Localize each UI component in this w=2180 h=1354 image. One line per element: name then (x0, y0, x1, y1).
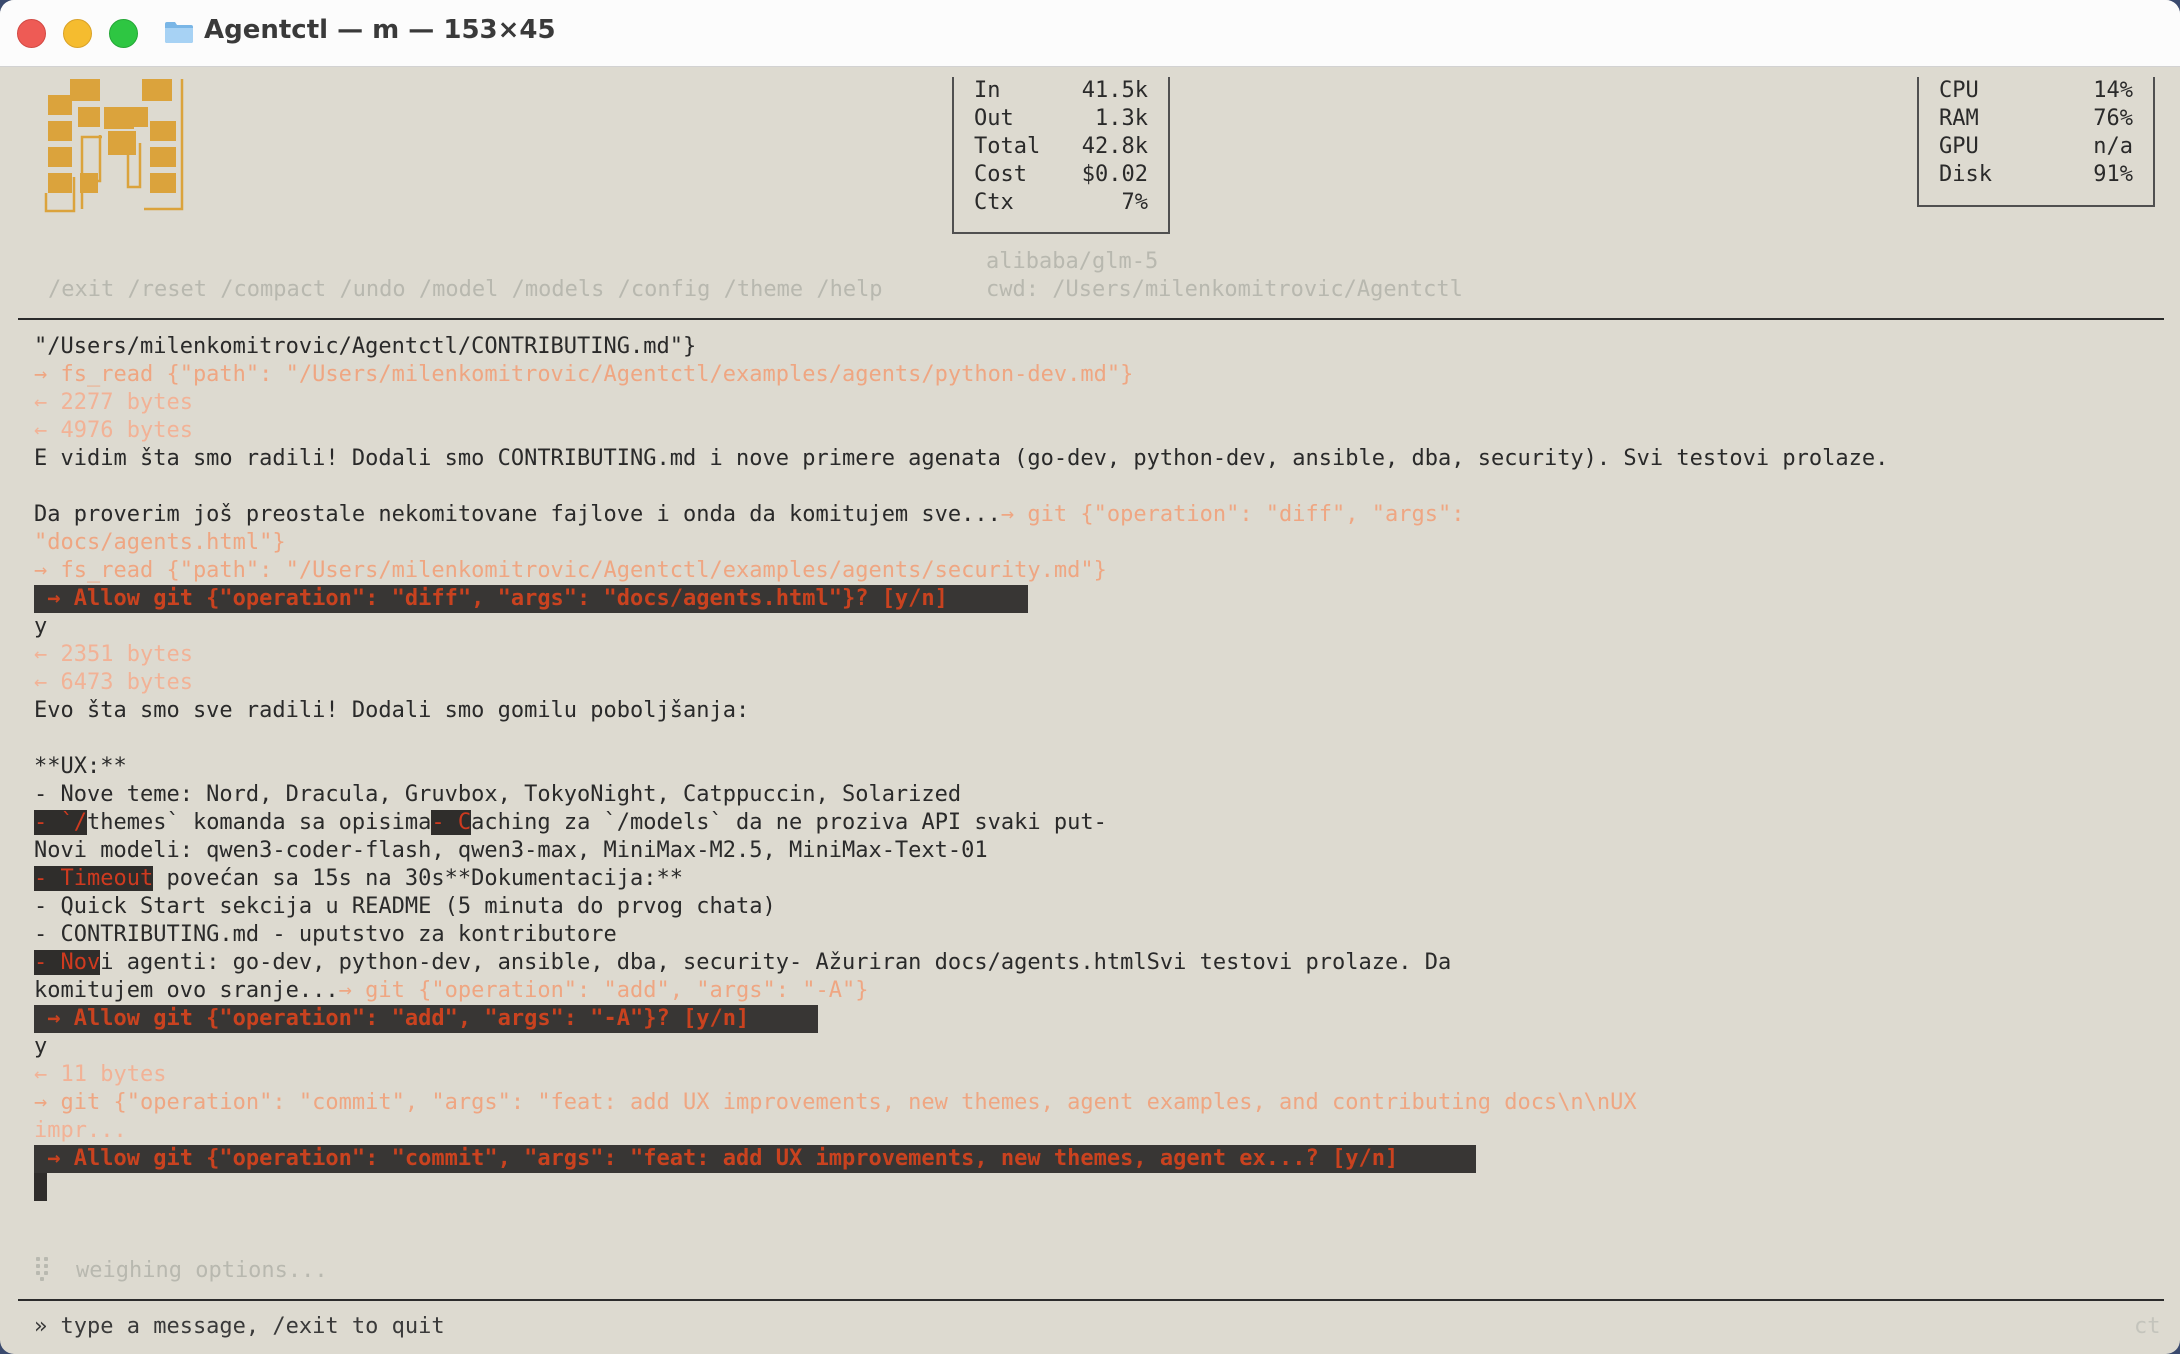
permission-prompt: → Allow git {"operation": "commit", "arg… (34, 1145, 1476, 1173)
usage-value: $0.02 (1081, 162, 1148, 187)
assistant-line: Evo šta smo sve radili! Dodali smo gomil… (34, 698, 750, 723)
tool-result-line: ← 11 bytes (34, 1062, 167, 1087)
model-name: alibaba/glm-5 (986, 249, 1159, 274)
assistant-line: - CONTRIBUTING.md - uputstvo za kontribu… (34, 922, 617, 947)
tool-result-line: ← 4976 bytes (34, 418, 193, 443)
assistant-text: aching za `/models` da ne proziva API sv… (471, 810, 1107, 835)
output-line: "/Users/milenkomitrovic/Agentctl/CONTRIB… (34, 334, 697, 359)
system-stats-panel: CPU 14% RAM 76% GPU n/a Disk 91% (1917, 77, 2155, 207)
stat-label: Disk (1939, 162, 1992, 187)
message-input[interactable]: » type a message, /exit to quit (34, 1313, 2114, 1341)
stat-label: RAM (1939, 106, 1979, 131)
assistant-text: komitujem ovo sranje... (34, 978, 339, 1003)
command-theme[interactable]: /theme (724, 277, 803, 302)
stat-value: 76% (2093, 106, 2133, 131)
assistant-line: E vidim šta smo radili! Dodali smo CONTR… (34, 446, 1889, 471)
assistant-line: - `/themes` komanda sa opisima- Caching … (34, 809, 1107, 837)
usage-label: Ctx (974, 190, 1014, 215)
text-cursor (34, 1173, 47, 1201)
tool-result-line: ← 2277 bytes (34, 390, 193, 415)
usage-value: 1.3k (1095, 106, 1148, 131)
assistant-line: - Nove teme: Nord, Dracula, Gruvbox, Tok… (34, 782, 962, 807)
terminal-content: In 41.5k Out 1.3k Total 42.8k Cost $0.02 Ctx… (0, 67, 2180, 1354)
input-divider (18, 1299, 2164, 1301)
stat-row-ram: RAM 76% (1919, 105, 2153, 133)
input-corner-label: ct (2134, 1314, 2161, 1339)
usage-row-ctx: Ctx 7% (954, 189, 1168, 217)
window-title: Agentctl — m — 153×45 (204, 15, 556, 45)
status-text: weighing options... (76, 1258, 328, 1283)
assistant-text: Da proverim još preostale nekomitovane f… (34, 502, 1001, 527)
assistant-line: - Novi agenti: go-dev, python-dev, ansib… (34, 949, 1451, 977)
command-models[interactable]: /models (512, 277, 605, 302)
usage-value: 42.8k (1081, 134, 1148, 159)
assistant-line: - Timeout povećan sa 15s na 30s**Dokumen… (34, 865, 683, 893)
usage-label: Cost (974, 162, 1027, 187)
permission-prompt: → Allow git {"operation": "add", "args":… (34, 1005, 818, 1033)
stat-row-cpu: CPU 14% (1919, 77, 2153, 105)
tool-call-line: → git {"operation": "commit", "args": "f… (34, 1090, 1637, 1115)
usage-row-total: Total 42.8k (954, 133, 1168, 161)
tool-call-line: → fs_read {"path": "/Users/milenkomitrov… (34, 558, 1107, 583)
token-usage-panel: In 41.5k Out 1.3k Total 42.8k Cost $0.02 Ctx… (952, 77, 1170, 234)
close-button[interactable]: × (17, 19, 46, 48)
assistant-text: themes` komanda sa opisima (86, 810, 432, 835)
user-reply: y (34, 1034, 48, 1059)
stat-label: GPU (1939, 134, 1979, 159)
tool-result-line: ← 2351 bytes (34, 642, 193, 667)
tool-result-line: ← 6473 bytes (34, 670, 193, 695)
user-reply: y (34, 614, 48, 639)
tool-call-text: → git {"operation": "diff", "args": (1000, 502, 1465, 527)
cwd-path: cwd: /Users/milenkomitrovic/Agentctl (986, 277, 1463, 302)
command-undo[interactable]: /undo (339, 277, 405, 302)
stat-value: 14% (2093, 78, 2133, 103)
usage-row-cost: Cost $0.02 (954, 161, 1168, 189)
highlight-text: - Timeout (34, 866, 154, 891)
highlight-text: - Nov (34, 950, 101, 975)
header-divider (18, 318, 2164, 320)
tool-call-line: impr... (34, 1118, 127, 1143)
assistant-line: **UX:** (34, 754, 127, 779)
tool-call-text: → git {"operation": "add", "args": "-A"} (338, 978, 869, 1003)
command-model[interactable]: /model (419, 277, 498, 302)
stat-value: n/a (2093, 134, 2133, 159)
usage-label: Out (974, 106, 1014, 131)
stat-value: 91% (2093, 162, 2133, 187)
agentctl-logo (44, 79, 184, 213)
folder-icon (165, 22, 193, 43)
usage-row-out: Out 1.3k (954, 105, 1168, 133)
spinner-icon (36, 1257, 50, 1281)
command-help[interactable]: /help (816, 277, 882, 302)
assistant-line: Da proverim još preostale nekomitovane f… (34, 501, 1465, 529)
usage-value: 41.5k (1081, 78, 1148, 103)
assistant-line: Novi modeli: qwen3-coder-flash, qwen3-ma… (34, 838, 988, 863)
terminal-window: × − + Agentctl — m — 153×45 (0, 0, 2180, 1354)
assistant-text: i agenti: go-dev, python-dev, ansible, d… (100, 950, 1452, 975)
usage-label: In (974, 78, 1001, 103)
tool-call-line: → fs_read {"path": "/Users/milenkomitrov… (34, 362, 1134, 387)
usage-value: 7% (1121, 190, 1149, 215)
stat-row-disk: Disk 91% (1919, 161, 2153, 189)
tool-call-line: "docs/agents.html"} (34, 530, 286, 555)
usage-label: Total (974, 134, 1041, 159)
command-bar: /exit /reset /compact /undo /model /mode… (48, 276, 883, 304)
stat-row-gpu: GPU n/a (1919, 133, 2153, 161)
assistant-text: povećan sa 15s na 30s**Dokumentacija:** (153, 866, 684, 891)
command-exit[interactable]: /exit (48, 277, 114, 302)
command-reset[interactable]: /reset (127, 277, 206, 302)
zoom-button[interactable]: + (109, 19, 138, 48)
highlight-text: - C (431, 810, 472, 835)
usage-row-in: In 41.5k (954, 77, 1168, 105)
minimize-button[interactable]: − (63, 19, 92, 48)
command-compact[interactable]: /compact (220, 277, 326, 302)
command-config[interactable]: /config (618, 277, 711, 302)
permission-prompt: → Allow git {"operation": "diff", "args"… (34, 585, 1028, 613)
title-bar: × − + Agentctl — m — 153×45 (0, 0, 2180, 67)
highlight-text: - `/ (34, 810, 87, 835)
assistant-line: komitujem ovo sranje...→ git {"operation… (34, 977, 868, 1005)
assistant-line: - Quick Start sekcija u README (5 minuta… (34, 894, 776, 919)
stat-label: CPU (1939, 78, 1979, 103)
